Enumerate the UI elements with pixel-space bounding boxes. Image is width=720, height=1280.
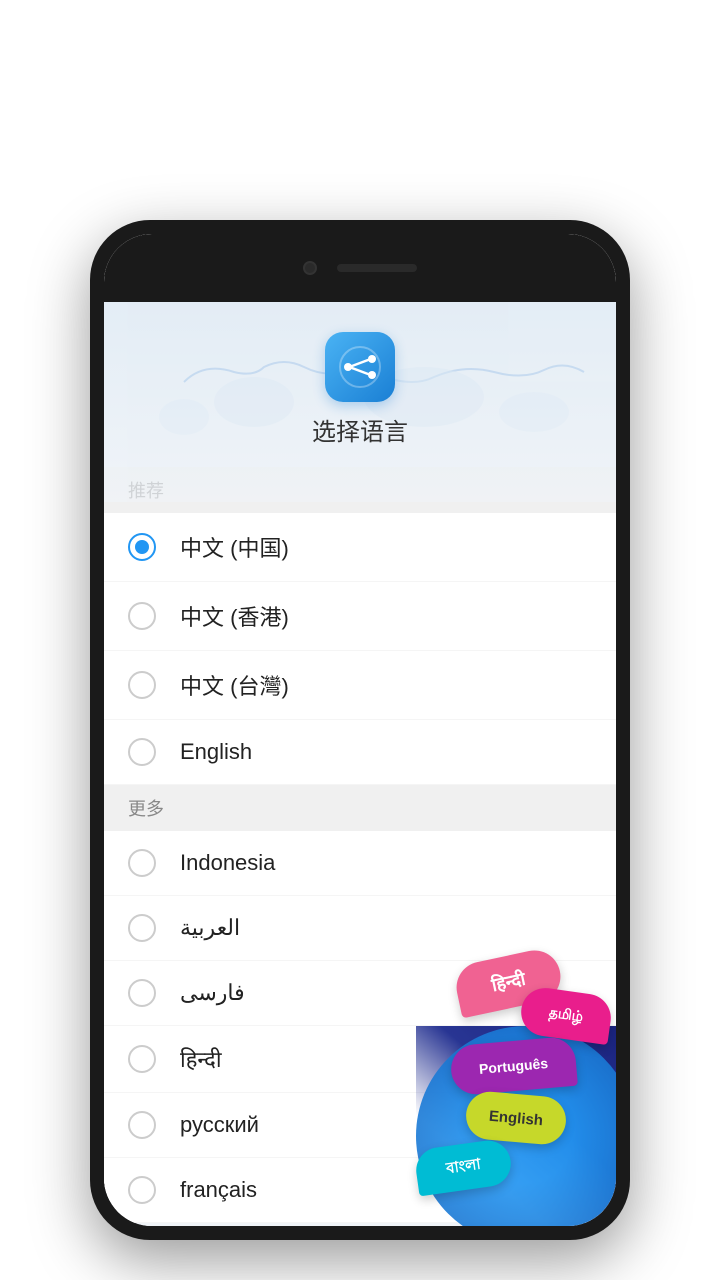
lang-item-indonesia[interactable]: Indonesia [104, 831, 616, 896]
radio-english[interactable] [128, 738, 156, 766]
lang-item-russian[interactable]: русский [104, 1093, 616, 1158]
radio-russian[interactable] [128, 1111, 156, 1139]
radio-chinese-hk[interactable] [128, 602, 156, 630]
lang-item-chinese-tw[interactable]: 中文 (台灣) [104, 651, 616, 720]
screen-content: 选择语言 推荐 中文 (中国) 中文 (香港) [104, 302, 616, 1226]
phone-mockup: 选择语言 推荐 中文 (中国) 中文 (香港) [90, 220, 630, 1240]
app-header: 选择语言 [104, 302, 616, 467]
lang-label-chinese-china: 中文 (中国) [180, 531, 289, 563]
lang-label-russian: русский [180, 1112, 259, 1138]
radio-arabic[interactable] [128, 914, 156, 942]
radio-chinese-tw[interactable] [128, 671, 156, 699]
lang-label-farsi: فارسی [180, 980, 245, 1006]
radio-chinese-china[interactable] [128, 533, 156, 561]
lang-item-chinese-hk[interactable]: 中文 (香港) [104, 582, 616, 651]
lang-item-arabic[interactable]: العربية [104, 896, 616, 961]
lang-item-chinese-china[interactable]: 中文 (中国) [104, 513, 616, 582]
radio-hindi[interactable] [128, 1045, 156, 1073]
speaker-bar [337, 264, 417, 272]
lang-label-chinese-hk: 中文 (香港) [180, 600, 289, 632]
lang-label-french: français [180, 1177, 257, 1203]
radio-indonesia[interactable] [128, 849, 156, 877]
radio-french[interactable] [128, 1176, 156, 1204]
lang-item-farsi[interactable]: فارسی [104, 961, 616, 1026]
lang-item-hindi[interactable]: हिन्दी [104, 1026, 616, 1093]
section-more: 更多 [104, 785, 616, 831]
camera-dot [303, 261, 317, 275]
lang-item-english[interactable]: English [104, 720, 616, 785]
app-title-label: 选择语言 [312, 412, 408, 447]
phone-topbar [104, 234, 616, 302]
lang-item-french[interactable]: français [104, 1158, 616, 1223]
language-list: 推荐 中文 (中国) 中文 (香港) 中文 (台灣) [104, 467, 616, 1223]
lang-label-indonesia: Indonesia [180, 850, 275, 876]
radio-dot [135, 540, 149, 554]
app-icon [325, 332, 395, 402]
lang-label-chinese-tw: 中文 (台灣) [180, 669, 289, 701]
lang-label-hindi: हिन्दी [180, 1044, 222, 1074]
lang-label-arabic: العربية [180, 915, 240, 941]
radio-farsi[interactable] [128, 979, 156, 1007]
lang-label-english: English [180, 739, 252, 765]
